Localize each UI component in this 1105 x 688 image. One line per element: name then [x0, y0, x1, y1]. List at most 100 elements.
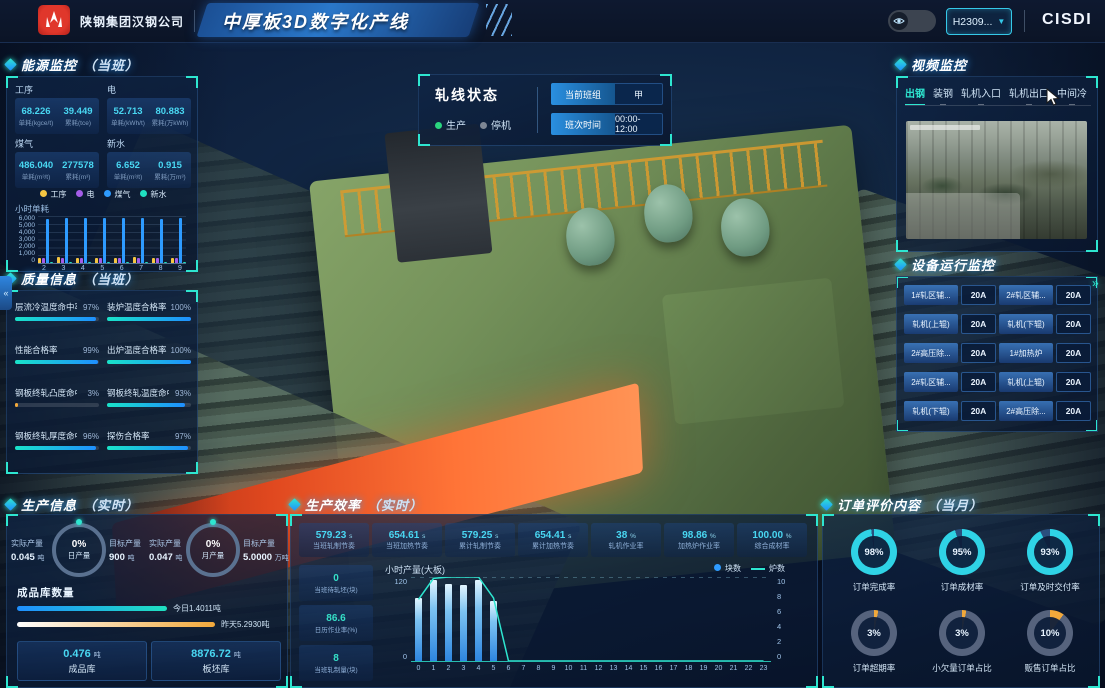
quality-item: 性能合格率99% [15, 344, 99, 380]
stat-box: 654.41 s累计加热节奏 [518, 523, 588, 557]
stat-box: 98.86 %加热炉作业率 [664, 523, 734, 557]
line-status-panel: 轧线状态 生产 停机 当前班组 甲 班次时间 00:00-12:00 [418, 74, 672, 144]
legend-item-furnaces: 炉数 [751, 563, 785, 574]
banner-slashes [486, 4, 512, 36]
tab-mill-exit[interactable]: 轧机出口 [1009, 85, 1049, 100]
visibility-toggle[interactable] [888, 10, 936, 32]
purple-dot-icon [76, 190, 83, 197]
energy-title: 能源监控（当班） [6, 54, 198, 74]
stat-box: 579.25 s累计轧制节奏 [445, 523, 515, 557]
stat-box: 38 %轧机作业率 [591, 523, 661, 557]
equipment-row: 2#高压除...20A 1#加热炉20A [904, 343, 1092, 363]
vertical-divider [537, 87, 538, 133]
orders-panel: 订单评价内容（当月） 98%订单完成率 95%订单成材率 93%订单及时交付率 … [822, 494, 1100, 686]
diamond-icon [820, 498, 833, 511]
hourly-output-chart: 小时产量(大板) 块数 炉数 1200 1086420 012345678910… [385, 563, 811, 683]
shift-select-value: H2309... [953, 16, 993, 28]
quality-item: 钢板终轧温度命中93% [107, 387, 191, 423]
mill-block [662, 278, 845, 425]
header-bar: 陕钢集团汉钢公司 中厚板3D数字化产线 H2309... ▼ CISDI [0, 0, 1105, 43]
energy-legend: 工序 电 煤气 新水 [15, 189, 191, 200]
left-panel-collapse-handle[interactable]: « [0, 276, 12, 310]
diamond-icon [288, 498, 301, 511]
stock-bar-today: 今日1.4011吨 [17, 605, 221, 611]
order-gauge: 95%订单成材率 [919, 529, 1005, 593]
tab-tapping[interactable]: 出钢 [905, 85, 925, 100]
company-name: 陕钢集团汉钢公司 [80, 13, 184, 30]
energy-panel: 能源监控（当班） 工序 68.226单耗(kgce/t)39.449累耗(tce… [6, 54, 198, 270]
cisdi-logo: CISDI [1042, 11, 1092, 29]
equipment-row: 轧机(下辊)20A 2#高压除...20A [904, 401, 1092, 421]
hourly-chart-y-left: 1200 [385, 577, 407, 661]
hourly-chart-label: 小时产量(大板) [385, 563, 445, 576]
page-title: 中厚板3D数字化产线 [222, 8, 409, 34]
company-logo [38, 5, 70, 35]
legend-item: 电 [76, 189, 95, 200]
order-gauge: 10%贩售订单占比 [1007, 610, 1093, 674]
legend-item: 新水 [140, 189, 167, 200]
quality-item: 层流冷温度命中率97% [15, 301, 99, 337]
chevron-down-icon: ▼ [997, 17, 1005, 26]
energy-chart-label: 小时单耗 [15, 203, 49, 215]
camera-feed[interactable] [906, 121, 1087, 239]
legend-item: 煤气 [104, 189, 131, 200]
right-panel-collapse-handle[interactable]: » [1092, 276, 1099, 290]
gray-dot-icon [480, 122, 487, 129]
month-output-group: 实际产量0.047 吨 0%月产量 目标产量5.0000 万吨 [149, 523, 285, 577]
month-output-gauge: 0%月产量 [186, 523, 240, 577]
equipment-panel: 设备运行监控 1#轧区辅...20A 2#轧区辅...20A 轧机(上辊)20A… [896, 254, 1098, 432]
finished-stock-box: 0.476 吨 成品库 [17, 641, 147, 681]
side-stat-box: 0当班待轧坯(块) [299, 565, 373, 601]
quality-title: 质量信息（当班） [6, 268, 198, 288]
stock-title: 成品库数量 [17, 585, 75, 600]
day-output-gauge: 0%日产量 [52, 523, 106, 577]
production-panel: 生产信息（实时） 实际产量0.045 吨 0%日产量 目标产量900 吨 实际产… [6, 494, 288, 686]
shift-time-chip[interactable]: 班次时间 00:00-12:00 [551, 113, 663, 135]
orders-title: 订单评价内容（当月） [822, 494, 1100, 514]
order-gauge: 98%订单完成率 [831, 529, 917, 593]
quality-panel: 质量信息（当班） 层流冷温度命中率97% 装炉温度合格率100% 性能合格率99… [6, 268, 198, 474]
eye-icon [890, 12, 908, 30]
mill-cylinder [718, 196, 772, 259]
hourly-chart-x-axis: 01234567891011121314151617181920212223 [411, 665, 771, 672]
teal-line-icon [751, 568, 765, 570]
quality-item: 装炉温度合格率100% [107, 301, 191, 337]
efficiency-title: 生产效率（实时） [290, 494, 818, 514]
production-title: 生产信息（实时） [6, 494, 288, 514]
order-gauge: 3%订单超期率 [831, 610, 917, 674]
mill-cylinder [563, 205, 617, 268]
energy-group-process: 工序 68.226单耗(kgce/t)39.449累耗(tce) [15, 83, 99, 134]
equipment-title: 设备运行监控 [896, 254, 1098, 274]
shift-select-dropdown[interactable]: H2309... ▼ [946, 8, 1012, 35]
diamond-icon [4, 498, 17, 511]
order-gauge: 3%小欠量订单占比 [919, 610, 1005, 674]
day-output-group: 实际产量0.045 吨 0%日产量 目标产量900 吨 [11, 523, 147, 577]
quality-item: 钢板终轧厚度命中96% [15, 430, 99, 466]
diamond-icon [4, 58, 17, 71]
tab-charging[interactable]: 装钢 [933, 85, 953, 100]
energy-group-gas: 煤气 486.040单耗(m³/t)277578累耗(m³) [15, 137, 99, 188]
camera-tabs: 出钢 装钢 轧机入口 轧机出口 中间冷 电加热 [905, 85, 1091, 106]
tab-intercooling[interactable]: 中间冷 [1057, 85, 1087, 100]
equipment-row: 轧机(上辊)20A 轧机(下辊)20A [904, 314, 1092, 334]
hourly-chart-legend: 块数 炉数 [714, 563, 785, 574]
blue-dot-icon [104, 190, 111, 197]
legend-item-producing: 生产 [435, 117, 466, 132]
efficiency-panel: 生产效率（实时） 579.23 s当班轧制节奏 654.61 s当班加热节奏 5… [290, 494, 818, 686]
stat-box: 100.00 %综合成材率 [737, 523, 807, 557]
energy-group-electric: 电 52.713单耗(kWh/t)80.883累耗(万kWh) [107, 83, 191, 134]
teal-dot-icon [140, 190, 147, 197]
quality-item: 出炉温度合格率100% [107, 344, 191, 380]
legend-item-pieces: 块数 [714, 563, 741, 574]
order-gauge: 93%订单及时交付率 [1007, 529, 1093, 593]
side-stat-box: 86.6日历作业率(%) [299, 605, 373, 641]
diamond-icon [894, 58, 907, 71]
quality-item: 钢板终轧凸度命中3% [15, 387, 99, 423]
green-dot-icon [435, 122, 442, 129]
energy-chart [38, 215, 186, 264]
stat-box: 654.61 s当班加热节奏 [372, 523, 442, 557]
tab-mill-entry[interactable]: 轧机入口 [961, 85, 1001, 100]
line-status-title: 轧线状态 [435, 85, 499, 105]
video-panel: 视频监控 出钢 装钢 轧机入口 轧机出口 中间冷 电加热 [896, 54, 1098, 250]
current-crew-chip[interactable]: 当前班组 甲 [551, 83, 663, 105]
